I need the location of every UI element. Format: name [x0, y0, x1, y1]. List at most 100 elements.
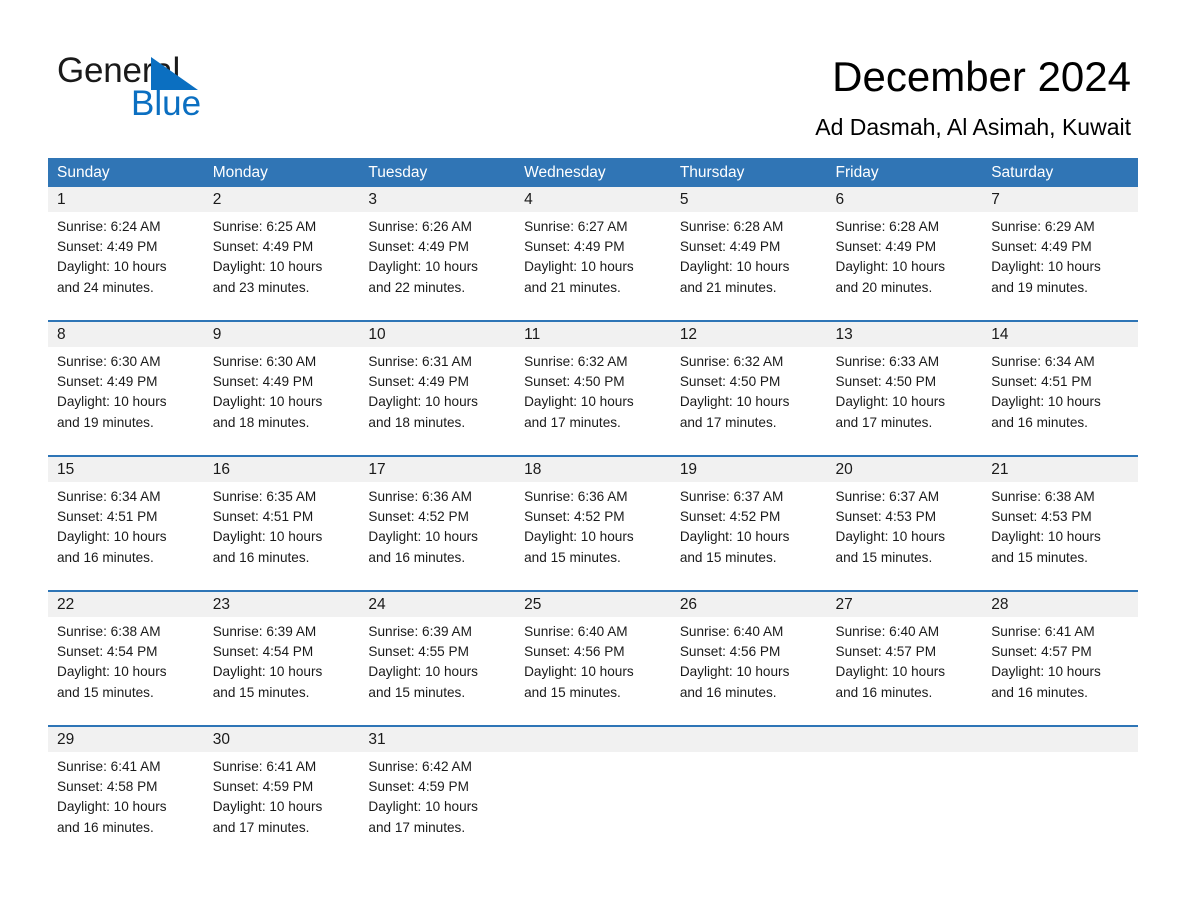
day-cell[interactable]: 26 Sunrise: 6:40 AM Sunset: 4:56 PM Dayl…	[671, 592, 827, 725]
day-cell[interactable]: 21 Sunrise: 6:38 AM Sunset: 4:53 PM Dayl…	[982, 457, 1138, 590]
day-number: 10	[368, 326, 386, 343]
day-cell[interactable]: 6 Sunrise: 6:28 AM Sunset: 4:49 PM Dayli…	[827, 187, 983, 320]
day-cell[interactable]: 20 Sunrise: 6:37 AM Sunset: 4:53 PM Dayl…	[827, 457, 983, 590]
calendar-week-row: 1 Sunrise: 6:24 AM Sunset: 4:49 PM Dayli…	[48, 187, 1138, 320]
weekday-header-saturday: Saturday	[991, 164, 1054, 181]
day-cell[interactable]: 14 Sunrise: 6:34 AM Sunset: 4:51 PM Dayl…	[982, 322, 1138, 455]
day-cell[interactable]: 1 Sunrise: 6:24 AM Sunset: 4:49 PM Dayli…	[48, 187, 204, 320]
day-sun-info: Sunrise: 6:25 AM Sunset: 4:49 PM Dayligh…	[212, 219, 323, 295]
day-number: 8	[57, 326, 66, 343]
day-cell[interactable]: 13 Sunrise: 6:33 AM Sunset: 4:50 PM Dayl…	[827, 322, 983, 455]
day-cell[interactable]: 16 Sunrise: 6:35 AM Sunset: 4:51 PM Dayl…	[204, 457, 360, 590]
day-cell[interactable]: 9 Sunrise: 6:30 AM Sunset: 4:49 PM Dayli…	[204, 322, 360, 455]
calendar-week-row: 29 Sunrise: 6:41 AM Sunset: 4:58 PM Dayl…	[48, 725, 1138, 849]
day-number: 14	[991, 326, 1009, 343]
day-sun-info: Sunrise: 6:34 AM Sunset: 4:51 PM Dayligh…	[991, 354, 1101, 430]
day-cell[interactable]: 28 Sunrise: 6:41 AM Sunset: 4:57 PM Dayl…	[982, 592, 1138, 725]
day-cell[interactable]: 17 Sunrise: 6:36 AM Sunset: 4:52 PM Dayl…	[359, 457, 515, 590]
day-number: 13	[835, 326, 853, 343]
day-sun-info: Sunrise: 6:41 AM Sunset: 4:59 PM Dayligh…	[212, 759, 323, 835]
day-sun-info: Sunrise: 6:35 AM Sunset: 4:51 PM Dayligh…	[212, 489, 323, 565]
day-number: 3	[368, 191, 378, 208]
location-subtitle: Ad Dasmah, Al Asimah, Kuwait	[815, 114, 1131, 140]
day-number: 19	[679, 461, 698, 478]
day-number: 17	[368, 461, 386, 478]
day-cell[interactable]: 11 Sunrise: 6:32 AM Sunset: 4:50 PM Dayl…	[515, 322, 671, 455]
day-number: 29	[57, 731, 75, 748]
day-sun-info: Sunrise: 6:26 AM Sunset: 4:49 PM Dayligh…	[368, 219, 478, 295]
day-number: 24	[368, 596, 386, 613]
day-cell[interactable]: 23 Sunrise: 6:39 AM Sunset: 4:54 PM Dayl…	[204, 592, 360, 725]
day-number: 25	[524, 596, 542, 613]
day-number: 28	[991, 596, 1009, 613]
day-number: 21	[991, 461, 1009, 478]
day-number: 6	[835, 191, 845, 208]
day-cell[interactable]: 8 Sunrise: 6:30 AM Sunset: 4:49 PM Dayli…	[48, 322, 204, 455]
day-cell-empty	[982, 727, 1138, 849]
day-cell-empty	[515, 727, 671, 849]
day-cell[interactable]: 3 Sunrise: 6:26 AM Sunset: 4:49 PM Dayli…	[359, 187, 515, 320]
day-cell[interactable]: 31 Sunrise: 6:42 AM Sunset: 4:59 PM Dayl…	[359, 727, 515, 849]
weekday-header-monday: Monday	[212, 164, 268, 181]
day-sun-info: Sunrise: 6:24 AM Sunset: 4:49 PM Dayligh…	[57, 219, 167, 295]
day-cell[interactable]: 10 Sunrise: 6:31 AM Sunset: 4:49 PM Dayl…	[359, 322, 515, 455]
day-sun-info: Sunrise: 6:33 AM Sunset: 4:50 PM Dayligh…	[835, 354, 946, 430]
day-cell[interactable]: 25 Sunrise: 6:40 AM Sunset: 4:56 PM Dayl…	[515, 592, 671, 725]
calendar-week-row: 22 Sunrise: 6:38 AM Sunset: 4:54 PM Dayl…	[48, 590, 1138, 725]
weekday-header-tuesday: Tuesday	[368, 164, 428, 181]
day-sun-info: Sunrise: 6:39 AM Sunset: 4:54 PM Dayligh…	[212, 624, 323, 700]
day-sun-info: Sunrise: 6:41 AM Sunset: 4:57 PM Dayligh…	[991, 624, 1101, 700]
day-cell[interactable]: 7 Sunrise: 6:29 AM Sunset: 4:49 PM Dayli…	[982, 187, 1138, 320]
page-header: General Blue December 2024 Ad Dasmah, Al…	[0, 0, 1188, 150]
day-sun-info: Sunrise: 6:38 AM Sunset: 4:53 PM Dayligh…	[991, 489, 1101, 565]
day-cell[interactable]: 29 Sunrise: 6:41 AM Sunset: 4:58 PM Dayl…	[48, 727, 204, 849]
day-sun-info: Sunrise: 6:34 AM Sunset: 4:51 PM Dayligh…	[57, 489, 167, 565]
day-sun-info: Sunrise: 6:28 AM Sunset: 4:49 PM Dayligh…	[835, 219, 946, 295]
day-sun-info: Sunrise: 6:28 AM Sunset: 4:49 PM Dayligh…	[679, 219, 790, 295]
day-cell[interactable]: 5 Sunrise: 6:28 AM Sunset: 4:49 PM Dayli…	[671, 187, 827, 320]
day-number: 18	[524, 461, 542, 478]
weekday-header-wednesday: Wednesday	[524, 164, 606, 181]
day-sun-info: Sunrise: 6:36 AM Sunset: 4:52 PM Dayligh…	[368, 489, 478, 565]
day-number: 12	[679, 326, 698, 343]
day-sun-info: Sunrise: 6:38 AM Sunset: 4:54 PM Dayligh…	[57, 624, 167, 700]
day-sun-info: Sunrise: 6:42 AM Sunset: 4:59 PM Dayligh…	[368, 759, 478, 835]
weekday-header-sunday: Sunday	[57, 164, 110, 181]
day-sun-info: Sunrise: 6:30 AM Sunset: 4:49 PM Dayligh…	[212, 354, 323, 430]
day-cell[interactable]: 15 Sunrise: 6:34 AM Sunset: 4:51 PM Dayl…	[48, 457, 204, 590]
day-number: 4	[524, 191, 533, 208]
day-sun-info: Sunrise: 6:40 AM Sunset: 4:56 PM Dayligh…	[679, 624, 790, 700]
day-cell[interactable]: 12 Sunrise: 6:32 AM Sunset: 4:50 PM Dayl…	[671, 322, 827, 455]
day-cell[interactable]: 19 Sunrise: 6:37 AM Sunset: 4:52 PM Dayl…	[671, 457, 827, 590]
day-number: 2	[212, 191, 222, 208]
day-number: 30	[212, 731, 230, 748]
day-cell-empty	[827, 727, 983, 849]
day-cell[interactable]: 24 Sunrise: 6:39 AM Sunset: 4:55 PM Dayl…	[359, 592, 515, 725]
day-sun-info: Sunrise: 6:37 AM Sunset: 4:53 PM Dayligh…	[835, 489, 946, 565]
day-cell[interactable]: 22 Sunrise: 6:38 AM Sunset: 4:54 PM Dayl…	[48, 592, 204, 725]
day-number: 20	[835, 461, 853, 478]
day-sun-info: Sunrise: 6:36 AM Sunset: 4:52 PM Dayligh…	[524, 489, 634, 565]
weekday-header-row: Sunday Monday Tuesday Wednesday Thursday…	[48, 158, 1138, 187]
day-number: 27	[835, 596, 853, 613]
day-number: 9	[212, 326, 222, 343]
day-sun-info: Sunrise: 6:32 AM Sunset: 4:50 PM Dayligh…	[679, 354, 790, 430]
day-number: 11	[524, 326, 541, 343]
day-number: 16	[212, 461, 230, 478]
day-cell[interactable]: 4 Sunrise: 6:27 AM Sunset: 4:49 PM Dayli…	[515, 187, 671, 320]
calendar-week-row: 15 Sunrise: 6:34 AM Sunset: 4:51 PM Dayl…	[48, 455, 1138, 590]
day-sun-info: Sunrise: 6:31 AM Sunset: 4:49 PM Dayligh…	[368, 354, 478, 430]
day-number: 22	[57, 596, 75, 613]
brand-logo[interactable]: General Blue	[57, 50, 317, 123]
calendar-week-row: 8 Sunrise: 6:30 AM Sunset: 4:49 PM Dayli…	[48, 320, 1138, 455]
day-number: 15	[57, 461, 75, 478]
day-cell[interactable]: 27 Sunrise: 6:40 AM Sunset: 4:57 PM Dayl…	[827, 592, 983, 725]
day-number: 5	[679, 191, 689, 208]
day-cell[interactable]: 2 Sunrise: 6:25 AM Sunset: 4:49 PM Dayli…	[204, 187, 360, 320]
day-sun-info: Sunrise: 6:39 AM Sunset: 4:55 PM Dayligh…	[368, 624, 478, 700]
day-cell[interactable]: 18 Sunrise: 6:36 AM Sunset: 4:52 PM Dayl…	[515, 457, 671, 590]
day-sun-info: Sunrise: 6:27 AM Sunset: 4:49 PM Dayligh…	[524, 219, 634, 295]
day-cell[interactable]: 30 Sunrise: 6:41 AM Sunset: 4:59 PM Dayl…	[204, 727, 360, 849]
weekday-header-friday: Friday	[835, 164, 879, 181]
day-cell-empty	[671, 727, 827, 849]
